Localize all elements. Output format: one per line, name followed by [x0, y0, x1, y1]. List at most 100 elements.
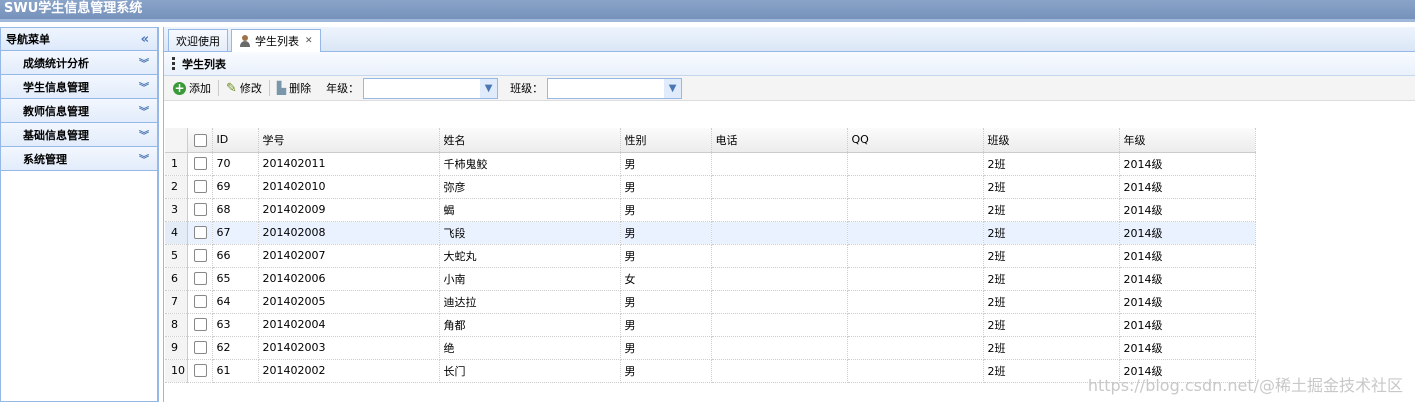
chevron-double-down-icon: ︾	[139, 131, 149, 142]
cell-id: 69	[212, 175, 259, 199]
chevron-down-icon[interactable]: ▼	[664, 78, 682, 98]
cell-qq	[847, 175, 984, 199]
cell-qq	[847, 267, 984, 291]
column-header[interactable]: 姓名	[439, 128, 621, 153]
chevron-down-icon[interactable]: ▼	[480, 78, 498, 98]
select-all-checkbox[interactable]	[187, 128, 213, 153]
cell-phone	[711, 290, 848, 314]
chevron-double-down-icon: ︾	[139, 155, 149, 166]
cell-name: 角都	[439, 313, 621, 337]
row-checkbox[interactable]	[187, 267, 213, 291]
student-table: ID 学号 姓名 性别 电话 QQ 班级 年级 1 70 201402011 千柿鬼鲛…	[165, 128, 1256, 383]
table-row[interactable]: 4 67 201402008 飞段男 2班 2014级	[165, 221, 1256, 245]
column-header[interactable]: 学号	[258, 128, 440, 153]
table-row[interactable]: 9 62 201402003 绝男 2班 2014级	[165, 336, 1256, 360]
column-header[interactable]: 班级	[983, 128, 1120, 153]
cell-id: 65	[212, 267, 259, 291]
cell-phone	[711, 244, 848, 268]
row-checkbox[interactable]	[187, 244, 213, 268]
cell-id: 67	[212, 221, 259, 245]
watermark: https://blog.csdn.net/@稀土掘金技术社区	[1087, 376, 1403, 395]
table-row[interactable]: 7 64 201402005 迪达拉男 2班 2014级	[165, 290, 1256, 314]
cell-class: 2班	[983, 198, 1120, 222]
cell-name: 迪达拉	[439, 290, 621, 314]
tab-label: 学生列表	[255, 35, 299, 48]
cell-name: 弥彦	[439, 175, 621, 199]
cell-class: 2班	[983, 175, 1120, 199]
row-checkbox[interactable]	[187, 336, 213, 360]
row-checkbox[interactable]	[187, 313, 213, 337]
cell-grade: 2014级	[1119, 198, 1256, 222]
cell-grade: 2014级	[1119, 267, 1256, 291]
sidebar-item-system[interactable]: 系统管理 ︾	[1, 147, 157, 171]
column-header[interactable]: 年级	[1119, 128, 1256, 153]
column-header[interactable]: ID	[212, 128, 259, 153]
chevron-double-down-icon: ︾	[139, 107, 149, 118]
edit-button-label: 修改	[239, 82, 262, 95]
delete-button[interactable]: ▙ 删除	[274, 78, 314, 98]
table-row[interactable]: 1 70 201402011 千柿鬼鲛男 2班 2014级	[165, 152, 1256, 176]
row-checkbox[interactable]	[187, 359, 213, 383]
table-row[interactable]: 2 69 201402010 弥彦男 2班 2014级	[165, 175, 1256, 199]
row-number: 9	[165, 336, 188, 360]
cell-no: 201402006	[258, 267, 440, 291]
cell-no: 201402009	[258, 198, 440, 222]
column-header[interactable]: QQ	[847, 128, 984, 153]
cell-sex: 男	[620, 152, 712, 176]
cell-qq	[847, 313, 984, 337]
edit-button[interactable]: ✎ 修改	[223, 78, 265, 98]
row-checkbox[interactable]	[187, 198, 213, 222]
cell-phone	[711, 313, 848, 337]
cell-phone	[711, 175, 848, 199]
column-header[interactable]: 电话	[711, 128, 848, 153]
cell-sex: 男	[620, 244, 712, 268]
close-icon[interactable]: ✕	[305, 36, 313, 46]
table-row[interactable]: 6 65 201402006 小南女 2班 2014级	[165, 267, 1256, 291]
cell-phone	[711, 198, 848, 222]
sidebar-item-basic-info[interactable]: 基础信息管理 ︾	[1, 123, 157, 147]
cell-sex: 男	[620, 175, 712, 199]
cell-class: 2班	[983, 221, 1120, 245]
table-row[interactable]: 5 66 201402007 大蛇丸男 2班 2014级	[165, 244, 1256, 268]
row-number: 1	[165, 152, 188, 176]
cell-grade: 2014级	[1119, 336, 1256, 360]
cell-name: 飞段	[439, 221, 621, 245]
add-button[interactable]: + 添加	[170, 78, 214, 98]
cell-no: 201402004	[258, 313, 440, 337]
user-icon	[239, 35, 251, 47]
tab-student-list[interactable]: 学生列表 ✕	[231, 29, 321, 52]
cell-id: 70	[212, 152, 259, 176]
column-header[interactable]: 性别	[620, 128, 712, 153]
table-row[interactable]: 8 63 201402004 角都男 2班 2014级	[165, 313, 1256, 337]
table-row[interactable]: 3 68 201402009 蝎男 2班 2014级	[165, 198, 1256, 222]
delete-icon: ▙	[276, 81, 287, 95]
cell-name: 小南	[439, 267, 621, 291]
cell-grade: 2014级	[1119, 221, 1256, 245]
cell-no: 201402005	[258, 290, 440, 314]
row-checkbox[interactable]	[187, 152, 213, 176]
sidebar-item-student-management[interactable]: 学生信息管理 ︾	[1, 75, 157, 99]
cell-no: 201402007	[258, 244, 440, 268]
cell-name: 大蛇丸	[439, 244, 621, 268]
sidebar-item-teacher-management[interactable]: 教师信息管理 ︾	[1, 99, 157, 123]
cell-no: 201402011	[258, 152, 440, 176]
table-header-row: ID 学号 姓名 性别 电话 QQ 班级 年级	[165, 128, 1256, 153]
row-checkbox[interactable]	[187, 175, 213, 199]
row-number: 10	[165, 359, 188, 383]
cell-sex: 男	[620, 313, 712, 337]
cell-phone	[711, 267, 848, 291]
sidebar-item-label: 系统管理	[23, 152, 67, 166]
row-checkbox[interactable]	[187, 221, 213, 245]
grade-select[interactable]: ▼	[363, 77, 499, 99]
tab-welcome[interactable]: 欢迎使用	[168, 29, 228, 51]
row-number: 2	[165, 175, 188, 199]
cell-grade: 2014级	[1119, 244, 1256, 268]
collapse-left-icon[interactable]: «	[141, 32, 149, 47]
sidebar-item-label: 教师信息管理	[23, 104, 89, 118]
cell-qq	[847, 221, 984, 245]
cell-grade: 2014级	[1119, 290, 1256, 314]
cell-class: 2班	[983, 290, 1120, 314]
sidebar-item-score-analysis[interactable]: 成绩统计分析 ︾	[1, 51, 157, 75]
class-select[interactable]: ▼	[547, 77, 683, 99]
row-checkbox[interactable]	[187, 290, 213, 314]
